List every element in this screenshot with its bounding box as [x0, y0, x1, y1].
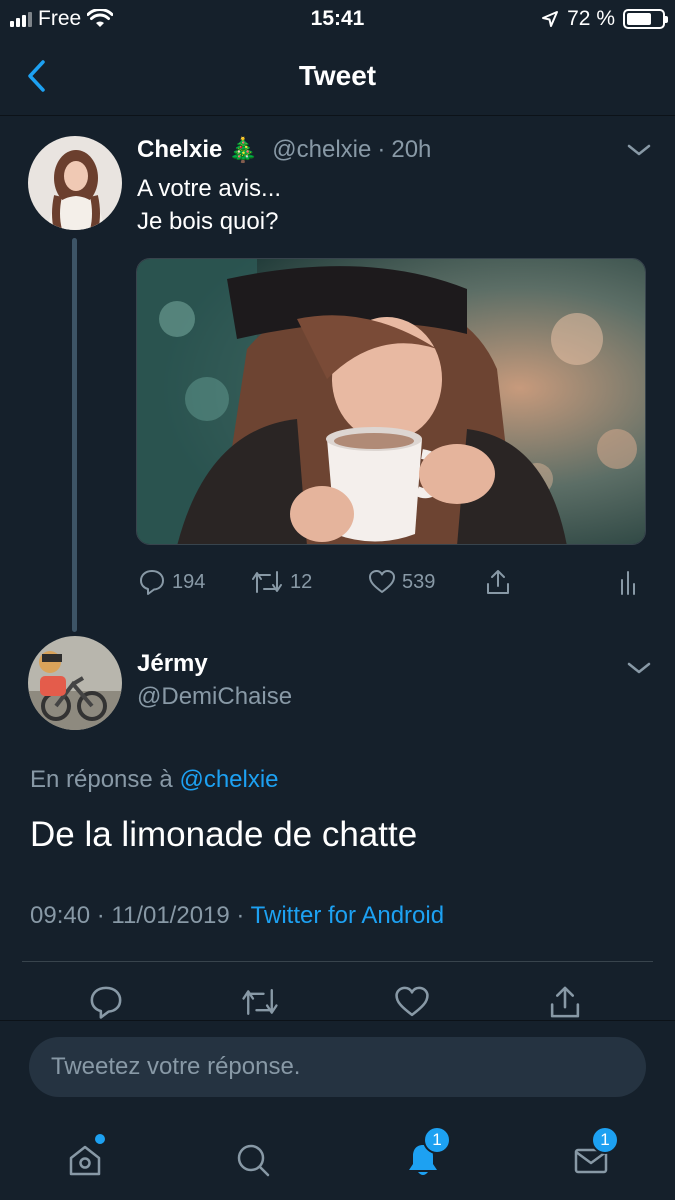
like-button[interactable]	[390, 980, 434, 1024]
thread-connector	[72, 238, 77, 632]
analytics-action[interactable]	[618, 562, 642, 602]
retweet-icon	[252, 571, 282, 593]
reply-author-handle[interactable]: @DemiChaise	[137, 683, 292, 711]
reply-author-name[interactable]: Jérmy	[137, 650, 208, 678]
in-reply-to: En réponse à @chelxie	[30, 766, 279, 794]
tweet-header: Chelxie 🎄 @chelxie · 20h	[137, 134, 431, 166]
tweet-text-line: Je bois quoi?	[137, 208, 279, 235]
notifications-badge: 1	[423, 1126, 451, 1154]
share-icon	[487, 570, 509, 594]
reply-button[interactable]	[84, 980, 128, 1024]
separator: ·	[377, 136, 386, 163]
tab-messages[interactable]: 1	[563, 1126, 619, 1188]
reply-action[interactable]: 194	[138, 562, 205, 602]
in-reply-handle[interactable]: @chelxie	[179, 766, 278, 793]
avatar-image	[28, 136, 122, 230]
reply-icon	[90, 986, 122, 1019]
tab-notifications[interactable]: 1	[395, 1126, 451, 1188]
retweet-count: 12	[290, 570, 313, 593]
battery-percent: 72 %	[567, 7, 615, 30]
messages-badge: 1	[591, 1126, 619, 1154]
status-right: 72 %	[541, 6, 668, 32]
compose-field[interactable]	[29, 1037, 646, 1097]
tweet-text: A votre avis... Je bois quoi?	[137, 172, 281, 238]
location-arrow-icon	[542, 11, 559, 27]
divider	[22, 961, 653, 962]
reply-input[interactable]	[51, 1037, 621, 1097]
heart-icon	[395, 986, 429, 1017]
chevron-down-icon	[627, 144, 651, 156]
tab-bar: 1 1	[0, 1118, 675, 1200]
author-name[interactable]: Chelxie	[137, 136, 222, 164]
tweet-age: 20h	[391, 136, 432, 163]
author-handle[interactable]: @chelxie	[272, 136, 371, 164]
reply-menu-button[interactable]	[624, 658, 654, 678]
page-title: Tweet	[298, 60, 377, 91]
status-bar: Free 15:41 72 %	[0, 0, 675, 40]
tree-emoji: 🎄	[228, 136, 259, 164]
new-content-dot	[95, 1134, 105, 1144]
retweet-action[interactable]: 12	[250, 562, 312, 602]
tweet-text-line: A votre avis...	[137, 175, 282, 202]
photo-image	[137, 259, 645, 544]
share-icon	[550, 986, 580, 1018]
share-button[interactable]	[543, 980, 587, 1024]
avatar-jermy[interactable]	[28, 636, 122, 730]
tweet-photo[interactable]	[136, 258, 646, 545]
home-icon	[69, 1145, 101, 1176]
header: Tweet	[0, 40, 675, 116]
meta-separator: ·	[96, 902, 105, 929]
avatar-image	[28, 636, 122, 730]
tweet-menu-button[interactable]	[624, 140, 654, 160]
tweet-meta: 09:40 · 11/01/2019 · Twitter for Android	[30, 902, 444, 930]
compose-bar	[0, 1020, 675, 1118]
retweet-button[interactable]	[238, 980, 282, 1024]
battery-icon	[623, 9, 668, 29]
reply-icon	[140, 570, 164, 595]
tab-home[interactable]	[57, 1132, 113, 1188]
analytics-icon	[621, 571, 635, 595]
heart-icon	[369, 570, 395, 593]
avatar-chelxie[interactable]	[28, 136, 122, 230]
tweet-time: 09:40	[30, 902, 91, 929]
tab-search[interactable]	[225, 1132, 281, 1188]
reply-text: De la limonade de chatte	[30, 815, 418, 854]
share-action[interactable]	[484, 562, 512, 602]
search-icon	[237, 1144, 270, 1177]
meta-separator: ·	[236, 902, 245, 929]
retweet-icon	[242, 989, 278, 1015]
tweet-date: 11/01/2019	[111, 902, 230, 929]
like-count: 539	[402, 570, 436, 593]
chevron-down-icon	[627, 662, 651, 674]
tweet-source[interactable]: Twitter for Android	[251, 902, 444, 929]
reply-count: 194	[172, 570, 206, 593]
like-action[interactable]: 539	[368, 562, 435, 602]
in-reply-label: En réponse à	[30, 766, 173, 793]
